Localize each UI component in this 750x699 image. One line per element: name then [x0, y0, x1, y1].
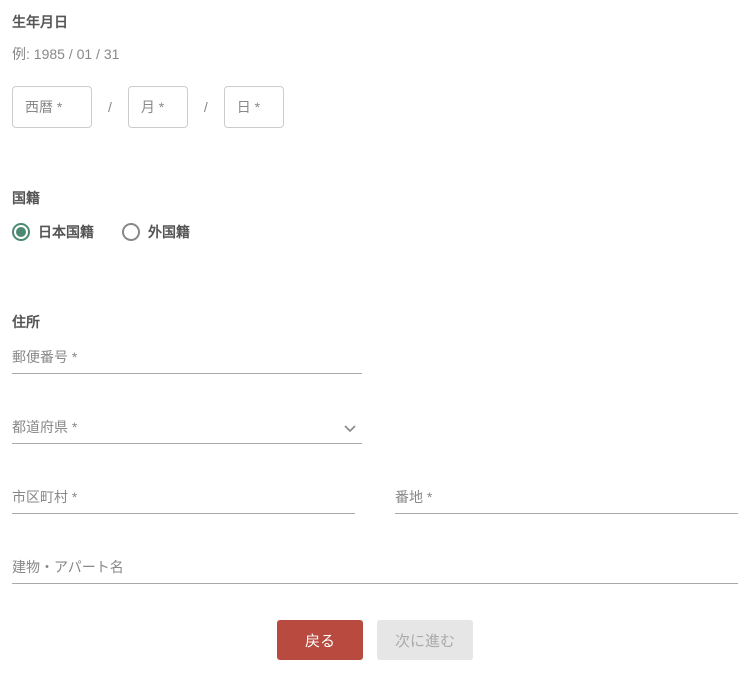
city-input[interactable]: 市区町村 *: [12, 484, 355, 514]
dob-example: 例: 1985 / 01 / 31: [12, 44, 738, 64]
building-input[interactable]: 建物・アパート名: [12, 554, 738, 584]
building-label: 建物・アパート名: [12, 557, 124, 577]
postal-label: 郵便番号 *: [12, 347, 77, 367]
city-label: 市区町村 *: [12, 487, 77, 507]
radio-unselected-icon: [122, 223, 140, 241]
dob-input-row: 西暦 * / 月 * / 日 *: [12, 86, 738, 128]
nationality-jp-label: 日本国籍: [38, 222, 94, 242]
nationality-radio-foreign[interactable]: 外国籍: [122, 222, 190, 242]
nationality-radio-jp[interactable]: 日本国籍: [12, 222, 94, 242]
address-section-label: 住所: [12, 312, 738, 332]
street-input[interactable]: 番地 *: [395, 484, 738, 514]
button-row: 戻る 次に進む: [12, 620, 738, 660]
dob-separator-2: /: [200, 99, 212, 115]
street-label: 番地 *: [395, 487, 432, 507]
radio-selected-icon: [12, 223, 30, 241]
next-button[interactable]: 次に進む: [377, 620, 473, 660]
nationality-foreign-label: 外国籍: [148, 222, 190, 242]
month-input[interactable]: 月 *: [128, 86, 188, 128]
prefecture-select[interactable]: 都道府県 *: [12, 414, 362, 444]
year-input[interactable]: 西暦 *: [12, 86, 92, 128]
day-input[interactable]: 日 *: [224, 86, 284, 128]
nationality-section-label: 国籍: [12, 188, 738, 208]
prefecture-label: 都道府県 *: [12, 417, 77, 437]
chevron-down-icon: [344, 420, 356, 436]
postal-input[interactable]: 郵便番号 *: [12, 344, 362, 374]
dob-section-label: 生年月日: [12, 12, 738, 32]
radio-dot-icon: [16, 227, 26, 237]
back-button[interactable]: 戻る: [277, 620, 363, 660]
nationality-radio-group: 日本国籍 外国籍: [12, 222, 738, 242]
dob-separator-1: /: [104, 99, 116, 115]
